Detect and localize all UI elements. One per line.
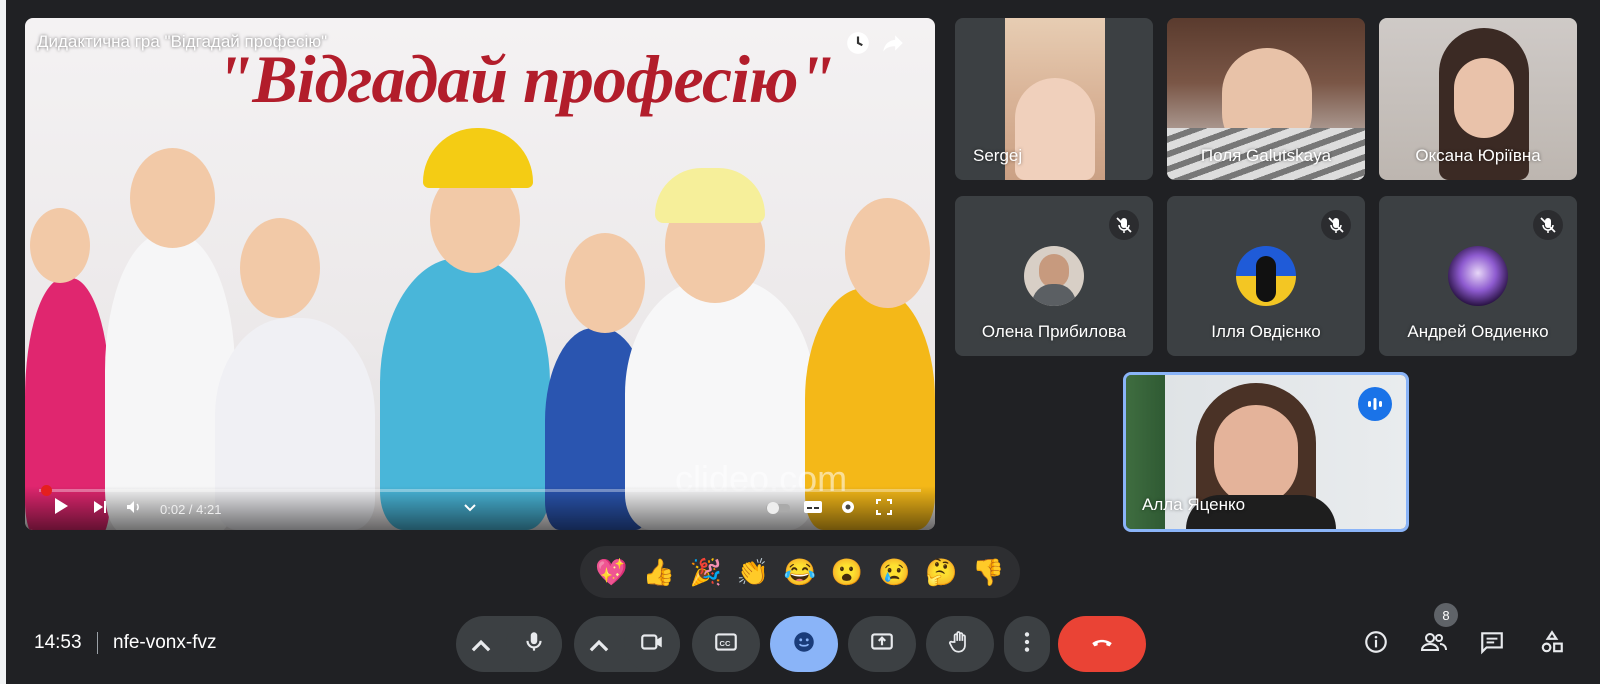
subtitles-icon[interactable] bbox=[803, 499, 823, 520]
participant-video bbox=[1015, 78, 1095, 180]
reaction-laughing[interactable]: 😂 bbox=[781, 553, 819, 591]
people-button[interactable] bbox=[1414, 624, 1454, 664]
mic-off-icon bbox=[1321, 210, 1351, 240]
participant-name: Алла Яценко bbox=[1142, 495, 1246, 514]
chevron-up-icon[interactable] bbox=[586, 634, 612, 665]
reaction-thumbs-up[interactable]: 👍 bbox=[640, 553, 678, 591]
slide-headline: "Відгадай професію" bbox=[215, 41, 836, 117]
chef-hat bbox=[655, 168, 765, 223]
participant-tile[interactable]: Ілля Овдієнко bbox=[1167, 196, 1365, 356]
more-options-button[interactable] bbox=[1004, 616, 1050, 672]
window-edge bbox=[0, 0, 6, 684]
child-figure bbox=[30, 208, 90, 283]
avatar bbox=[1448, 246, 1508, 306]
child-figure bbox=[845, 198, 930, 308]
divider bbox=[97, 632, 98, 654]
reaction-sparkling-heart[interactable]: 💖 bbox=[593, 553, 631, 591]
avatar bbox=[1236, 246, 1296, 306]
participant-video bbox=[1214, 405, 1298, 505]
mic-button[interactable] bbox=[506, 616, 562, 672]
presentation-video[interactable]: Дидактична гра "Відгадай професію" "Відг… bbox=[25, 18, 935, 530]
meeting-details-button[interactable] bbox=[1356, 624, 1396, 664]
captions-icon: CC bbox=[713, 629, 739, 660]
mic-off-icon bbox=[1109, 210, 1139, 240]
participant-name: Поля Galutskaya bbox=[1200, 146, 1332, 165]
speaking-indicator-icon bbox=[1358, 387, 1392, 421]
participant-tile[interactable]: Оксана Юріївна bbox=[1379, 18, 1577, 180]
fullscreen-icon[interactable] bbox=[875, 498, 893, 521]
reactions-bar: 💖 👍 🎉 👏 😂 😮 😢 🤔 👎 bbox=[580, 546, 1020, 598]
progress-bar[interactable] bbox=[39, 489, 921, 492]
participant-tile[interactable]: Поля Galutskaya bbox=[1167, 18, 1365, 180]
emoji-reactions-button[interactable] bbox=[770, 616, 838, 672]
reaction-clapping[interactable]: 👏 bbox=[734, 553, 772, 591]
participant-name: Ілля Овдієнко bbox=[1211, 322, 1321, 341]
chat-button[interactable] bbox=[1472, 624, 1512, 664]
child-figure bbox=[130, 148, 215, 248]
reaction-thinking[interactable]: 🤔 bbox=[922, 553, 960, 591]
mic-off-icon bbox=[1533, 210, 1563, 240]
participant-tile[interactable]: Sergej bbox=[955, 18, 1153, 180]
activities-button[interactable] bbox=[1532, 624, 1572, 664]
raise-hand-button[interactable] bbox=[926, 616, 994, 672]
participant-name: Sergej bbox=[973, 146, 1023, 165]
hard-hat bbox=[423, 128, 533, 188]
meeting-clock: 14:53 bbox=[34, 632, 82, 653]
reaction-party-popper[interactable]: 🎉 bbox=[687, 553, 725, 591]
present-screen-button[interactable] bbox=[848, 616, 916, 672]
people-icon bbox=[1420, 629, 1448, 660]
autoplay-toggle-icon[interactable] bbox=[765, 501, 791, 520]
raise-hand-icon bbox=[947, 629, 973, 660]
child-figure bbox=[565, 233, 645, 333]
mic-button-group bbox=[456, 616, 562, 672]
participant-tile[interactable]: Олена Прибилова bbox=[955, 196, 1153, 356]
participant-video bbox=[1454, 58, 1514, 138]
captions-button[interactable]: CC bbox=[692, 616, 760, 672]
emoji-icon bbox=[791, 629, 817, 660]
reaction-thumbs-down[interactable]: 👎 bbox=[969, 553, 1007, 591]
participant-name: Олена Прибилова bbox=[981, 322, 1127, 341]
activities-icon bbox=[1539, 629, 1565, 660]
share-icon[interactable] bbox=[880, 30, 906, 61]
participant-tile-speaking[interactable]: Алла Яценко bbox=[1123, 372, 1409, 532]
camera-icon bbox=[639, 629, 665, 660]
present-screen-icon bbox=[869, 629, 895, 660]
meeting-code: nfe-vonx-fvz bbox=[113, 632, 217, 653]
child-figure bbox=[240, 218, 320, 318]
camera-button[interactable] bbox=[624, 616, 680, 672]
chevron-down-icon[interactable] bbox=[463, 500, 477, 518]
reaction-crying[interactable]: 😢 bbox=[875, 553, 913, 591]
video-time: 0:02 / 4:21 bbox=[160, 502, 222, 517]
camera-button-group bbox=[574, 616, 680, 672]
info-icon bbox=[1363, 629, 1389, 660]
avatar bbox=[1024, 246, 1084, 306]
watch-later-icon[interactable] bbox=[845, 30, 871, 61]
reaction-surprised[interactable]: 😮 bbox=[828, 553, 866, 591]
more-vert-icon bbox=[1014, 629, 1040, 660]
leave-call-button[interactable] bbox=[1058, 616, 1146, 672]
participant-tile[interactable]: Андрей Овдиенко bbox=[1379, 196, 1577, 356]
hangup-icon bbox=[1089, 629, 1115, 660]
chevron-up-icon[interactable] bbox=[468, 634, 494, 665]
next-icon[interactable] bbox=[91, 498, 109, 521]
participant-name: Оксана Юріївна bbox=[1415, 146, 1541, 165]
participant-name: Андрей Овдиенко bbox=[1407, 322, 1549, 341]
chat-icon bbox=[1479, 629, 1505, 660]
svg-text:CC: CC bbox=[720, 638, 731, 647]
mic-icon bbox=[521, 629, 547, 660]
play-icon[interactable] bbox=[51, 495, 71, 522]
volume-icon[interactable] bbox=[125, 498, 143, 521]
settings-gear-icon[interactable] bbox=[839, 498, 857, 521]
